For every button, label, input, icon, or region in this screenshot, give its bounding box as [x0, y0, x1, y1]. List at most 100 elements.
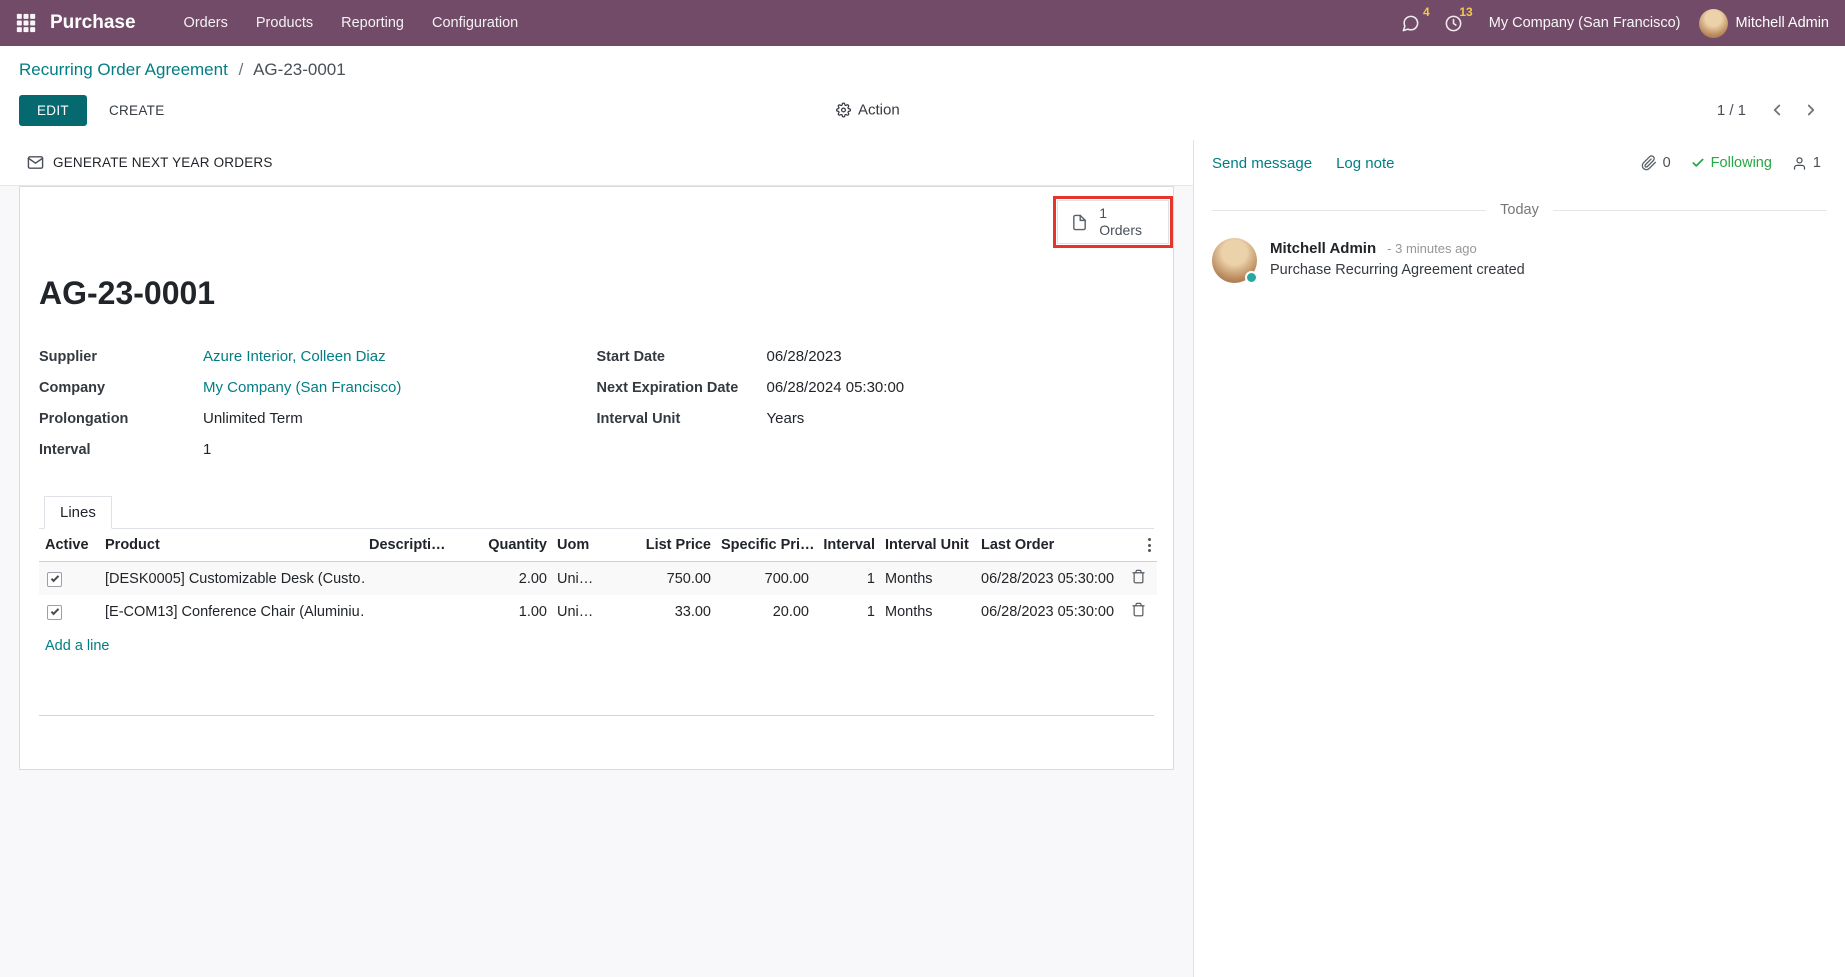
col-header-description[interactable]: Descripti… [365, 529, 477, 562]
table-row[interactable]: [E-COM13] Conference Chair (Aluminiu… 1.… [39, 595, 1157, 628]
next-expiration-value: 06/28/2024 05:30:00 [767, 379, 905, 396]
highlight-box: 1 Orders [1053, 196, 1173, 248]
field-label: Start Date [597, 348, 767, 365]
app-name[interactable]: Purchase [50, 12, 136, 34]
log-note-button[interactable]: Log note [1336, 155, 1394, 172]
orders-stat-button[interactable]: 1 Orders [1057, 200, 1169, 244]
pager-previous-button[interactable] [1762, 97, 1792, 123]
field-next-expiration-date: Next Expiration Date 06/28/2024 05:30:00 [597, 379, 1155, 410]
breadcrumb-current: AG-23-0001 [253, 60, 346, 79]
send-message-button[interactable]: Send message [1212, 155, 1312, 172]
cell-quantity: 2.00 [477, 562, 553, 596]
activities-badge: 13 [1459, 5, 1472, 19]
active-checkbox[interactable] [47, 605, 62, 620]
user-avatar [1699, 9, 1728, 38]
table-row[interactable]: [DESK0005] Customizable Desk (Custo… 2.0… [39, 562, 1157, 596]
company-link[interactable]: My Company (San Francisco) [203, 379, 401, 396]
generate-next-year-orders-button[interactable]: GENERATE NEXT YEAR ORDERS [27, 154, 273, 171]
document-icon [1071, 213, 1088, 232]
interval-unit-value: Years [767, 410, 805, 427]
menu-orders[interactable]: Orders [170, 0, 242, 46]
chatter-message: Mitchell Admin - 3 minutes ago Purchase … [1194, 232, 1845, 289]
edit-button[interactable]: EDIT [19, 95, 87, 126]
col-header-quantity[interactable]: Quantity [477, 529, 553, 562]
col-header-specific-price[interactable]: Specific Pri… [717, 529, 815, 562]
breadcrumb-parent[interactable]: Recurring Order Agreement [19, 60, 228, 79]
col-header-interval-unit[interactable]: Interval Unit [881, 529, 977, 562]
add-a-line-button[interactable]: Add a line [45, 638, 110, 654]
col-header-active[interactable]: Active [39, 529, 101, 562]
col-header-product[interactable]: Product [101, 529, 365, 562]
orders-stat-label: Orders [1099, 222, 1142, 239]
breadcrumb: Recurring Order Agreement / AG-23-0001 [19, 58, 1826, 82]
optional-columns-icon[interactable] [1146, 536, 1153, 554]
field-interval: Interval 1 [39, 441, 597, 472]
menu-reporting[interactable]: Reporting [327, 0, 418, 46]
person-icon [1792, 156, 1807, 171]
col-header-uom[interactable]: Uom [553, 529, 625, 562]
online-status-dot [1245, 271, 1258, 284]
col-header-interval[interactable]: Interval [815, 529, 881, 562]
col-header-list-price[interactable]: List Price [625, 529, 717, 562]
attachments-count: 0 [1663, 155, 1671, 171]
cell-uom: Uni… [553, 595, 625, 628]
cell-last-order: 06/28/2023 05:30:00 [977, 595, 1119, 628]
statusbar: GENERATE NEXT YEAR ORDERS [0, 140, 1193, 186]
action-menu[interactable]: Action [836, 102, 900, 119]
field-group: Supplier Azure Interior, Colleen Diaz Co… [39, 348, 1154, 472]
main-menu: Orders Products Reporting Configuration [170, 0, 533, 46]
top-navbar: Purchase Orders Products Reporting Confi… [0, 0, 1845, 46]
field-prolongation: Prolongation Unlimited Term [39, 410, 597, 441]
message-author[interactable]: Mitchell Admin [1270, 240, 1376, 257]
field-interval-unit: Interval Unit Years [597, 410, 1155, 441]
following-button[interactable]: Following [1691, 155, 1772, 171]
pager-value: 1 / 1 [1717, 102, 1746, 119]
cell-interval-unit: Months [881, 562, 977, 596]
cell-list-price: 750.00 [625, 562, 717, 596]
attachments-button[interactable]: 0 [1641, 155, 1671, 171]
chatter-panel: Send message Log note 0 Following 1 [1193, 140, 1845, 977]
pager-next-button[interactable] [1796, 97, 1826, 123]
record-title: AG-23-0001 [39, 275, 1154, 312]
delete-row-button[interactable] [1131, 602, 1146, 617]
trash-icon [1131, 602, 1146, 617]
field-label: Next Expiration Date [597, 379, 767, 396]
messages-button[interactable]: 4 [1389, 14, 1432, 33]
company-menu[interactable]: My Company (San Francisco) [1475, 15, 1699, 31]
breadcrumb-separator: / [233, 60, 250, 79]
paperclip-icon [1641, 155, 1657, 171]
lines-table: Active Product Descripti… Quantity Uom L… [39, 529, 1157, 628]
chevron-right-icon [1802, 101, 1820, 119]
message-body: Purchase Recurring Agreement created [1270, 262, 1525, 278]
apps-menu-icon[interactable] [16, 13, 36, 33]
following-label: Following [1711, 155, 1772, 171]
col-header-last-order[interactable]: Last Order [977, 529, 1119, 562]
check-icon [1691, 156, 1705, 170]
form-area: 1 Orders AG-23-0001 Supplier Azure Inter… [0, 186, 1193, 977]
control-panel: Recurring Order Agreement / AG-23-0001 E… [0, 46, 1845, 140]
chevron-left-icon [1768, 101, 1786, 119]
active-checkbox[interactable] [47, 572, 62, 587]
tabs: Lines [39, 496, 1154, 529]
menu-products[interactable]: Products [242, 0, 327, 46]
activities-button[interactable]: 13 [1432, 14, 1475, 33]
date-divider-label: Today [1486, 202, 1553, 218]
user-menu[interactable]: Mitchell Admin [1699, 9, 1829, 38]
field-label: Company [39, 379, 203, 396]
delete-row-button[interactable] [1131, 569, 1146, 584]
tab-lines[interactable]: Lines [44, 496, 112, 529]
message-avatar [1212, 238, 1257, 283]
interval-value: 1 [203, 441, 211, 458]
create-button[interactable]: CREATE [95, 96, 179, 125]
cell-specific-price: 20.00 [717, 595, 815, 628]
control-panel-buttons: EDIT CREATE Action 1 / 1 [19, 90, 1826, 130]
cell-interval: 1 [815, 562, 881, 596]
menu-configuration[interactable]: Configuration [418, 0, 532, 46]
list-bottom-divider [39, 654, 1154, 716]
date-divider: Today [1212, 202, 1827, 218]
message-time: - 3 minutes ago [1387, 241, 1477, 256]
supplier-link[interactable]: Azure Interior, Colleen Diaz [203, 348, 386, 365]
check-icon [50, 607, 58, 615]
followers-button[interactable]: 1 [1792, 155, 1821, 171]
chatter-topbar: Send message Log note 0 Following 1 [1194, 140, 1845, 186]
